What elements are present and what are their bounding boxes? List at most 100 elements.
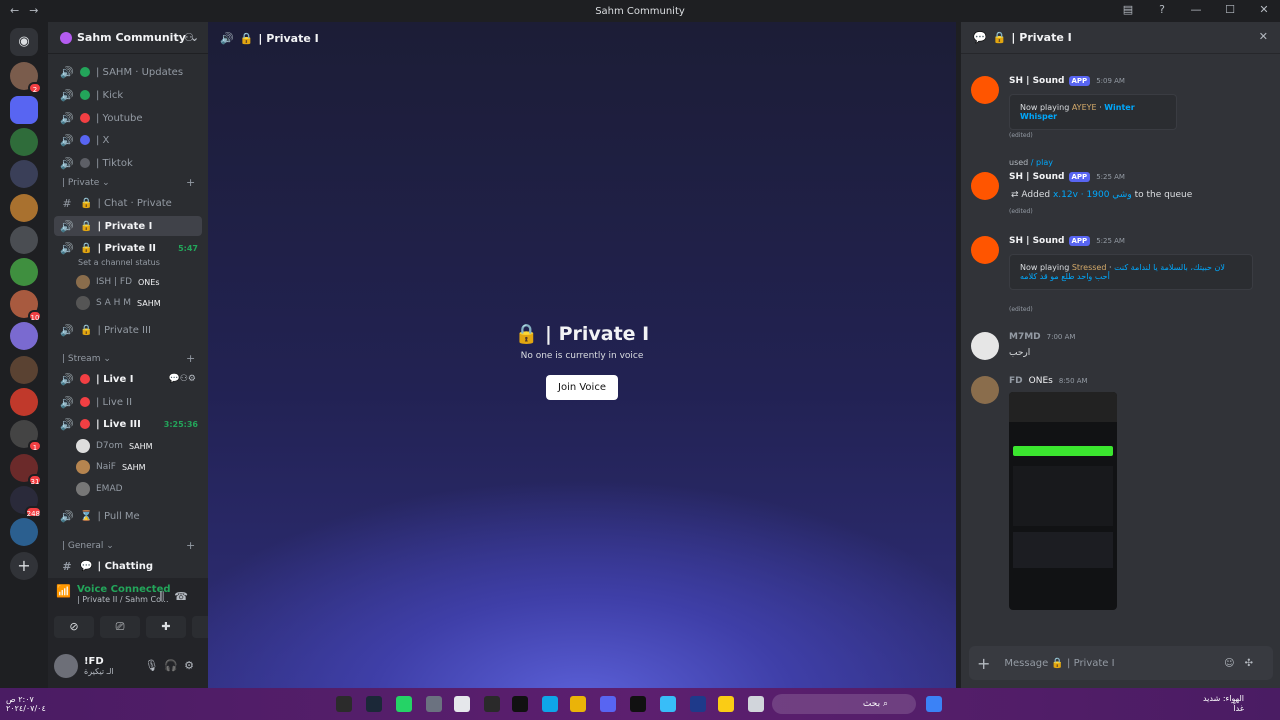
server-icon[interactable]: 1 (10, 420, 42, 452)
hashtag-icon: # (62, 559, 72, 573)
add-channel-icon[interactable]: + (186, 176, 195, 189)
window-controls: ▤ ? — ☐ ✕ (1120, 3, 1272, 16)
screen-share-button[interactable]: ⎚ (100, 616, 140, 638)
channel-status[interactable]: Set a channel status (78, 258, 160, 267)
plus-icon[interactable]: + (977, 654, 990, 673)
noise-suppression-icon[interactable]: ⫼ (159, 590, 174, 603)
voice-member[interactable]: ISH | FD ONEs (76, 273, 160, 291)
server-icon[interactable]: 31 (10, 454, 42, 486)
settings-icon[interactable] (426, 696, 442, 712)
channel-live-2[interactable]: 🔊 | Live II (54, 392, 202, 412)
server-icon[interactable] (10, 388, 38, 416)
window-title: Sahm Community (595, 5, 685, 17)
add-server-icon[interactable]: + (10, 552, 38, 580)
avatar (971, 332, 999, 360)
activity-button[interactable]: ✚ (146, 616, 186, 638)
category-private[interactable]: | Private ⌄ (62, 178, 110, 188)
channel-private-3[interactable]: 🔊 🔒 | Private III (54, 320, 202, 340)
server-icon[interactable] (10, 258, 38, 286)
channel-live-3[interactable]: 🔊 | Live III 3:25:36 (54, 414, 202, 434)
server-icon[interactable]: 2 (10, 62, 42, 94)
headphones-icon[interactable]: 🎧 (164, 659, 184, 672)
add-channel-icon[interactable]: + (186, 539, 195, 552)
avatar (76, 439, 90, 453)
server-header[interactable]: Sahm Community ⌄ ⚇ (48, 22, 208, 54)
folder-icon[interactable] (718, 696, 734, 712)
user-panel[interactable]: !FD الـ تيكيرة 🎙🎧⚙ (54, 650, 202, 682)
soundcloud-icon (971, 76, 999, 104)
channel-item[interactable]: 🔊 | SAHM · Updates (54, 62, 202, 82)
minimize-icon[interactable]: — (1188, 3, 1204, 16)
camera-button[interactable]: ⊘ (54, 616, 94, 638)
channel-item[interactable]: 🔊 | X (54, 130, 202, 150)
close-icon[interactable]: ✕ (1259, 30, 1268, 43)
voice-member[interactable]: S A H M SAHM (76, 294, 161, 312)
server-icon[interactable] (10, 96, 38, 124)
windows-start-icon[interactable] (926, 696, 942, 712)
server-icon[interactable] (10, 356, 38, 384)
server-icon[interactable]: 10 (10, 290, 42, 322)
emoji-icon[interactable]: ☺ (1224, 658, 1244, 669)
shield-icon[interactable] (690, 696, 706, 712)
help-icon[interactable]: ? (1154, 3, 1170, 16)
voice-status[interactable]: Voice Connected (77, 584, 171, 595)
app-icon[interactable] (748, 696, 764, 712)
image-attachment[interactable] (1009, 392, 1117, 610)
channel-private-2[interactable]: 🔊 🔒 | Private II 5:47 (54, 238, 202, 258)
server-icon[interactable] (10, 128, 38, 156)
soundcloud-icon (971, 236, 999, 264)
disconnect-icon[interactable]: ☎ (174, 590, 198, 603)
soundcloud-icon (971, 172, 999, 200)
steam-icon[interactable] (366, 696, 382, 712)
channel-actions-icon[interactable]: 💬⚇⚙ (169, 374, 196, 384)
channel-item[interactable]: 🔊 | Tiktok (54, 153, 202, 173)
discord-home-icon[interactable]: ◉ (10, 28, 38, 56)
taskbar-search[interactable]: بحث ⌕ (772, 694, 916, 714)
channel-pull-me[interactable]: 🔊 ⌛ | Pull Me (54, 506, 202, 526)
server-icon[interactable]: 248 (10, 486, 42, 518)
app-icon[interactable] (660, 696, 676, 712)
channel-chat-private[interactable]: # 🔒 | Chat · Private (54, 193, 202, 213)
discord-icon[interactable] (600, 696, 616, 712)
channel-item[interactable]: 🔊 | Youtube (54, 108, 202, 128)
weather-sub: غداً (1233, 704, 1244, 713)
chrome-icon[interactable] (570, 696, 586, 712)
server-icon[interactable] (10, 226, 38, 254)
maximize-icon[interactable]: ☐ (1222, 3, 1238, 16)
voice-member[interactable]: NaiF SAHM (76, 458, 146, 476)
inbox-icon[interactable]: ▤ (1120, 3, 1136, 16)
close-window-icon[interactable]: ✕ (1256, 3, 1272, 16)
settings-icon[interactable]: ⚙ (184, 659, 200, 672)
join-voice-button[interactable]: Join Voice (546, 375, 618, 400)
stage-subtitle: No one is currently in voice (520, 351, 644, 361)
edge-icon[interactable] (542, 696, 558, 712)
server-icon[interactable] (10, 160, 38, 188)
channel-private-1[interactable]: 🔊 🔒 | Private I (54, 216, 202, 236)
epic-icon[interactable] (484, 696, 500, 712)
cod-icon[interactable] (630, 696, 646, 712)
category-stream[interactable]: | Stream ⌄ (62, 354, 111, 364)
whatsapp-icon[interactable] (396, 696, 412, 712)
channel-chatting[interactable]: # 💬 | Chatting (54, 556, 202, 576)
app-icon[interactable] (512, 696, 528, 712)
store-icon[interactable] (454, 696, 470, 712)
channel-live-1[interactable]: 🔊 | Live I 💬⚇⚙ (54, 369, 202, 389)
voice-location[interactable]: | Private II / Sahm Co... (77, 595, 171, 604)
message-input[interactable]: + Message 🔒 | Private I ☺✣ (969, 646, 1273, 680)
status-dot (80, 135, 90, 145)
channel-item[interactable]: 🔊 | Kick (54, 85, 202, 105)
invite-icon[interactable]: ⚇ (184, 31, 194, 44)
mic-icon[interactable]: 🎙 (144, 659, 164, 672)
server-icon[interactable] (10, 194, 38, 222)
server-list: ◉ 2 10 1 31 248 + (0, 22, 48, 688)
voice-member[interactable]: EMAD (76, 480, 123, 498)
taskbar-app-icon[interactable] (336, 696, 352, 712)
apps-icon[interactable]: ✣ (1245, 658, 1263, 669)
add-channel-icon[interactable]: + (186, 352, 195, 365)
server-icon[interactable] (10, 322, 38, 350)
reply-context[interactable]: used / play (1009, 158, 1053, 167)
category-general[interactable]: | General ⌄ (62, 541, 114, 551)
voice-member[interactable]: D7om SAHM (76, 437, 153, 455)
server-icon[interactable] (10, 518, 38, 546)
weather-text: الهواء: شديد (1202, 694, 1244, 703)
